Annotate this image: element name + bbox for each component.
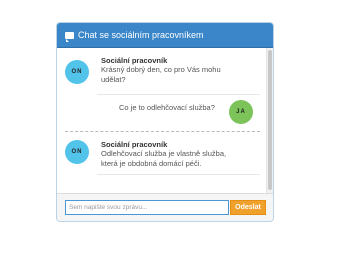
sender-name: Sociální pracovník	[101, 56, 168, 65]
scrollbar-thumb[interactable]	[268, 50, 272, 190]
message-item: Co je to odlehčovací služba?	[119, 103, 215, 113]
divider	[65, 131, 260, 132]
message-item: Sociální pracovník Krásný dobrý den, co …	[101, 56, 261, 85]
message-input[interactable]: Sem napište svou zprávu...	[65, 200, 229, 215]
message-text-line: Odlehčovací služba je vlastně služba,	[101, 149, 227, 158]
chat-footer: Sem napište svou zprávu... Odeslat	[57, 193, 273, 221]
message-text-line: Co je to odlehčovací služba?	[119, 103, 215, 112]
message-text-line: která je obdobná domácí péči.	[101, 159, 202, 168]
send-button[interactable]: Odeslat	[230, 200, 266, 215]
chat-header: Chat se sociálním pracovníkem	[57, 23, 273, 48]
avatar: ON	[65, 140, 89, 164]
avatar: ON	[65, 60, 89, 84]
message-text-line: Krásný dobrý den, co pro Vás mohu	[101, 65, 221, 74]
sender-name: Sociální pracovník	[101, 140, 168, 149]
message-text-line: udělat?	[101, 75, 126, 84]
divider	[97, 94, 260, 95]
divider	[97, 174, 260, 175]
chat-panel: Chat se sociálním pracovníkem ON Sociáln…	[56, 22, 274, 222]
message-list: ON Sociální pracovník Krásný dobrý den, …	[57, 48, 267, 195]
chat-title: Chat se sociálním pracovníkem	[78, 30, 204, 40]
avatar: JA	[229, 100, 253, 124]
chat-bubble-icon	[65, 31, 74, 42]
message-item: Sociální pracovník Odlehčovací služba je…	[101, 140, 261, 169]
scrollbar[interactable]	[266, 48, 273, 195]
